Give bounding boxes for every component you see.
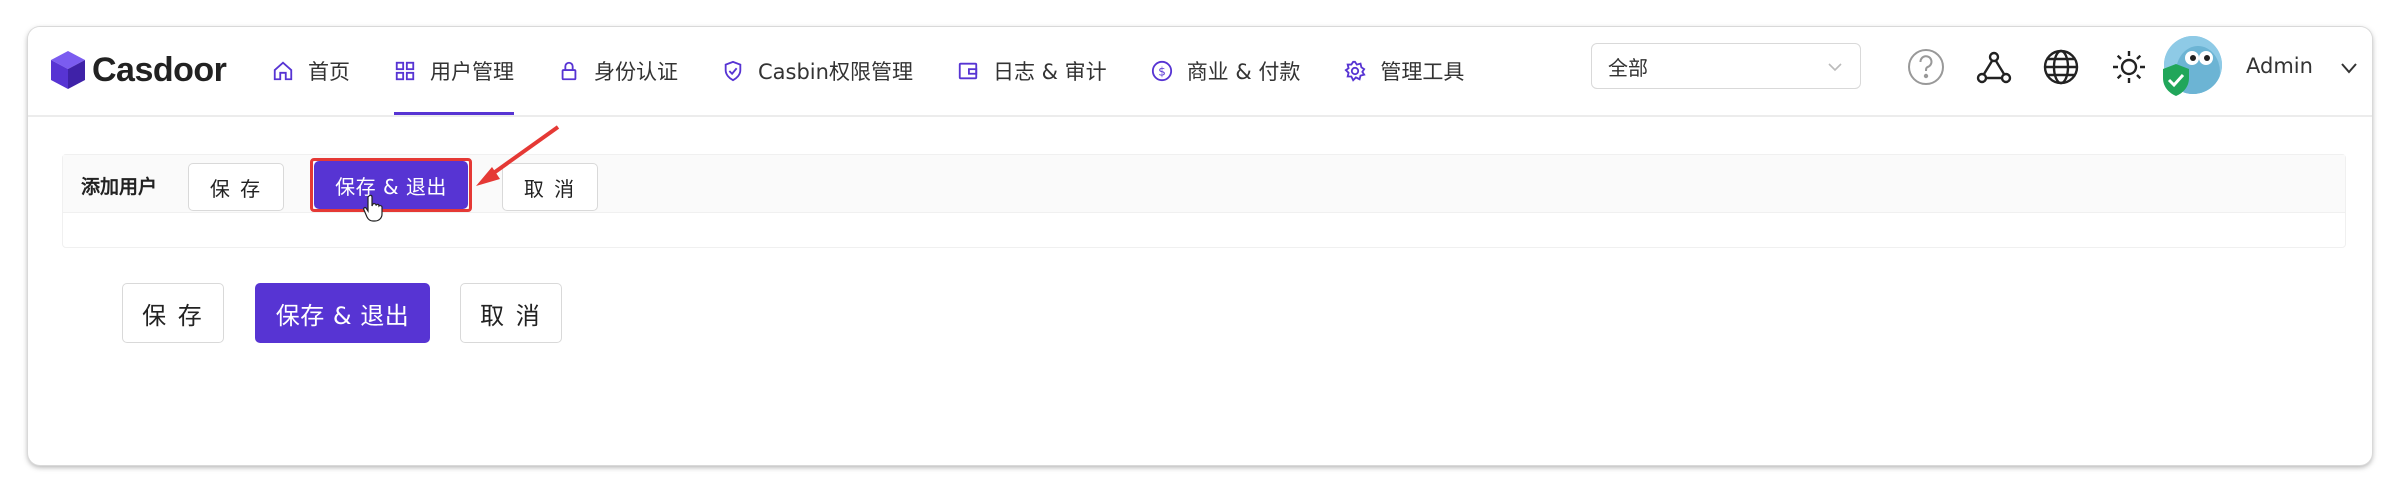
app-window: Casdoor 首页 用户管理 身份认证 Casbin权限管理 日志 & 审计	[28, 27, 2372, 465]
chevron-down-icon	[1828, 63, 1842, 72]
bottom-save-exit-button-label: 保存 & 退出	[275, 301, 410, 330]
nav-business-label: 商业 & 付款	[1186, 60, 1301, 84]
tour-button[interactable]	[1974, 47, 2014, 87]
sun-icon	[2113, 51, 2145, 83]
hand-cursor-icon	[363, 194, 383, 222]
nav-casbin[interactable]: Casbin权限管理	[700, 27, 935, 115]
globe-icon	[2043, 49, 2079, 85]
bottom-cancel-button[interactable]: 取 消	[460, 283, 562, 343]
bottom-save-button[interactable]: 保 存	[122, 283, 224, 343]
bottom-cancel-button-label: 取 消	[480, 301, 542, 330]
username[interactable]: Admin	[2246, 54, 2313, 78]
organization-select[interactable]: 全部	[1591, 43, 1861, 89]
help-button[interactable]	[1906, 47, 1946, 87]
nav-admin-tools-label: 管理工具	[1380, 60, 1465, 84]
nav-logs-label: 日志 & 审计	[992, 60, 1107, 84]
bottom-save-button-label: 保 存	[142, 301, 204, 330]
chevron-down-icon[interactable]	[2338, 57, 2360, 79]
question-circle-icon	[1908, 49, 1944, 85]
nav-business[interactable]: $ 商业 & 付款	[1129, 27, 1323, 115]
svg-text:$: $	[1158, 65, 1166, 79]
language-button[interactable]	[2041, 47, 2081, 87]
shield-check-icon	[724, 60, 742, 82]
nav-logs[interactable]: 日志 & 审计	[935, 27, 1129, 115]
dollar-icon: $	[1151, 60, 1172, 82]
wallet-icon	[958, 62, 978, 80]
organization-select-value: 全部	[1608, 55, 1648, 80]
network-icon	[1976, 51, 2012, 84]
theme-toggle[interactable]	[2109, 47, 2149, 87]
bottom-save-exit-button[interactable]: 保存 & 退出	[255, 283, 430, 343]
gear-icon	[1344, 60, 1367, 82]
pointer-arrow-icon	[476, 125, 560, 186]
nav-casbin-label: Casbin权限管理	[758, 60, 913, 84]
verified-shield-icon	[2163, 64, 2189, 96]
nav-admin-tools[interactable]: 管理工具	[1322, 27, 1486, 115]
